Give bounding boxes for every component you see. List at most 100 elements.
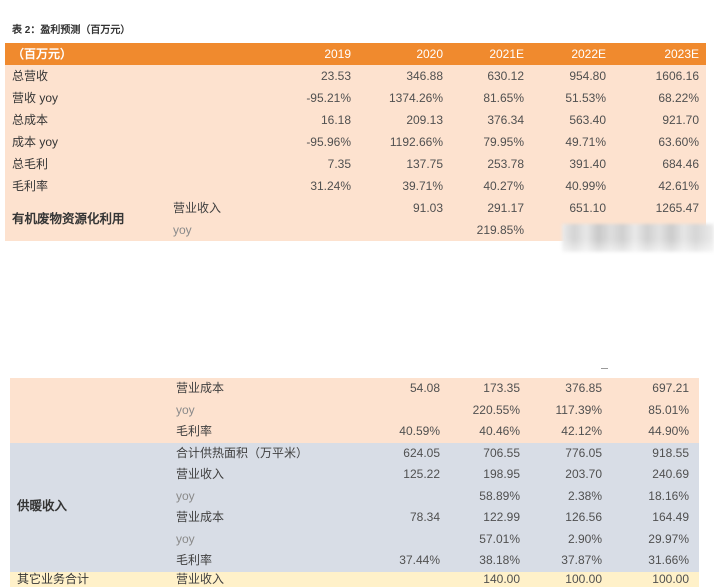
category-label: 供暖收入 bbox=[10, 442, 168, 572]
value-2019: 31.24% bbox=[278, 175, 359, 197]
value-2023e: 68.22% bbox=[613, 87, 707, 109]
value-cell: 203.70 bbox=[528, 464, 610, 486]
value-2022e: 40.99% bbox=[531, 175, 614, 197]
row-item: yoy bbox=[168, 528, 370, 550]
value-cell: 173.35 bbox=[448, 378, 528, 400]
row-label: 成本 yoy bbox=[5, 131, 279, 153]
value-cell: 85.01% bbox=[610, 399, 699, 421]
year-header: 2023E bbox=[613, 43, 707, 65]
value-2021e: 219.85% bbox=[450, 219, 532, 241]
value-cell: 31.66% bbox=[610, 550, 699, 572]
table-row: 总毛利 7.35 137.75 253.78 391.40 684.46 bbox=[5, 153, 707, 175]
row-item: 毛利率 bbox=[168, 421, 370, 443]
stray-dash-mark bbox=[601, 368, 608, 369]
value-2020: 39.71% bbox=[358, 175, 451, 197]
value-cell: 125.22 bbox=[370, 464, 448, 486]
row-item: 营业成本 bbox=[168, 378, 370, 400]
value-2023e: 921.70 bbox=[613, 109, 707, 131]
value-cell: 38.18% bbox=[448, 550, 528, 572]
value-2023e: 42.61% bbox=[613, 175, 707, 197]
value-cell: 44.90% bbox=[610, 421, 699, 443]
row-label: 总营收 bbox=[5, 65, 279, 87]
value-2021e: 291.17 bbox=[450, 197, 532, 219]
value-2021e: 630.12 bbox=[450, 65, 532, 87]
value-2020 bbox=[358, 219, 451, 241]
value-cell: 37.87% bbox=[528, 550, 610, 572]
value-cell: 706.55 bbox=[448, 442, 528, 464]
table-row: 供暖收入 合计供热面积（万平米） 624.05 706.55 776.05 91… bbox=[10, 442, 699, 572]
value-2019 bbox=[278, 219, 359, 241]
value-cell: 57.01% bbox=[448, 528, 528, 550]
row-item: 营业收入 bbox=[168, 464, 370, 486]
profit-forecast-table: （百万元） 2019 2020 2021E 2022E 2023E 总营收 23… bbox=[5, 43, 707, 241]
unit-header: （百万元） bbox=[5, 43, 279, 65]
value-2022e: 391.40 bbox=[531, 153, 614, 175]
value-2021e: 79.95% bbox=[450, 131, 532, 153]
value-2019: 16.18 bbox=[278, 109, 359, 131]
year-header: 2021E bbox=[450, 43, 532, 65]
value-2020: 209.13 bbox=[358, 109, 451, 131]
value-cell: 29.97% bbox=[610, 528, 699, 550]
value-cell: 40.46% bbox=[448, 421, 528, 443]
table-row: 其它业务合计 营业收入 140.00 100.00 100.00 bbox=[10, 571, 699, 587]
value-cell: 240.69 bbox=[610, 464, 699, 486]
value-cell: 164.49 bbox=[610, 507, 699, 529]
value-2019: -95.96% bbox=[278, 131, 359, 153]
segment-row: 有机废物资源化利用 营业收入 91.03 291.17 651.10 1265.… bbox=[5, 197, 707, 241]
value-cell: 2.38% bbox=[528, 485, 610, 507]
value-2020: 346.88 bbox=[358, 65, 451, 87]
value-2020: 1374.26% bbox=[358, 87, 451, 109]
value-cell: 54.08 bbox=[370, 378, 448, 400]
value-2019: -95.21% bbox=[278, 87, 359, 109]
row-item: 营业成本 bbox=[168, 507, 370, 529]
value-cell: 37.44% bbox=[370, 550, 448, 572]
table-row: 营业成本 54.08 173.35 376.85 697.21 bbox=[10, 378, 699, 443]
value-cell: 198.95 bbox=[448, 464, 528, 486]
row-label: 总毛利 bbox=[5, 153, 279, 175]
row-label: 毛利率 bbox=[5, 175, 279, 197]
row-label: 营收 yoy bbox=[5, 87, 279, 109]
value-2023e: 1606.16 bbox=[613, 65, 707, 87]
year-header: 2022E bbox=[531, 43, 614, 65]
table-row: 营收 yoy -95.21% 1374.26% 81.65% 51.53% 68… bbox=[5, 87, 707, 109]
row-item: 营业收入 bbox=[168, 197, 279, 219]
value-2021e: 40.27% bbox=[450, 175, 532, 197]
value-2023e: 63.60% bbox=[613, 131, 707, 153]
value-2019: 7.35 bbox=[278, 153, 359, 175]
value-cell: 122.99 bbox=[448, 507, 528, 529]
value-cell: 697.21 bbox=[610, 378, 699, 400]
value-2020: 91.03 bbox=[358, 197, 451, 219]
value-cell: 40.59% bbox=[370, 421, 448, 443]
row-item: 合计供热面积（万平米） bbox=[168, 442, 370, 464]
row-item: 营业收入 bbox=[168, 571, 370, 587]
value-cell: 117.39% bbox=[528, 399, 610, 421]
table-title: 表 2：盈利预测（百万元） bbox=[12, 25, 131, 36]
table-row: 总成本 16.18 209.13 376.34 563.40 921.70 bbox=[5, 109, 707, 131]
redacted-blur bbox=[562, 224, 714, 252]
value-2023e: 1265.47 bbox=[613, 197, 707, 219]
value-cell: 918.55 bbox=[610, 442, 699, 464]
table-row: 毛利率 31.24% 39.71% 40.27% 40.99% 42.61% bbox=[5, 175, 707, 197]
segment-detail-table: 营业成本 54.08 173.35 376.85 697.21 yoy 220.… bbox=[10, 378, 699, 587]
value-cell bbox=[370, 485, 448, 507]
year-header: 2020 bbox=[358, 43, 451, 65]
value-2020: 1192.66% bbox=[358, 131, 451, 153]
value-cell bbox=[370, 571, 448, 587]
value-cell: 126.56 bbox=[528, 507, 610, 529]
value-cell: 624.05 bbox=[370, 442, 448, 464]
category-label: 其它业务合计 bbox=[10, 571, 168, 587]
value-cell: 78.34 bbox=[370, 507, 448, 529]
value-2021e: 81.65% bbox=[450, 87, 532, 109]
value-cell: 140.00 bbox=[448, 571, 528, 587]
value-cell: 100.00 bbox=[610, 571, 699, 587]
value-2021e: 376.34 bbox=[450, 109, 532, 131]
value-cell: 100.00 bbox=[528, 571, 610, 587]
segment-label: 有机废物资源化利用 bbox=[5, 197, 168, 241]
row-item: yoy bbox=[168, 219, 279, 241]
value-cell: 220.55% bbox=[448, 399, 528, 421]
header-row: （百万元） 2019 2020 2021E 2022E 2023E bbox=[5, 43, 707, 65]
row-label: 总成本 bbox=[5, 109, 279, 131]
value-cell: 776.05 bbox=[528, 442, 610, 464]
value-cell: 2.90% bbox=[528, 528, 610, 550]
value-2021e: 253.78 bbox=[450, 153, 532, 175]
